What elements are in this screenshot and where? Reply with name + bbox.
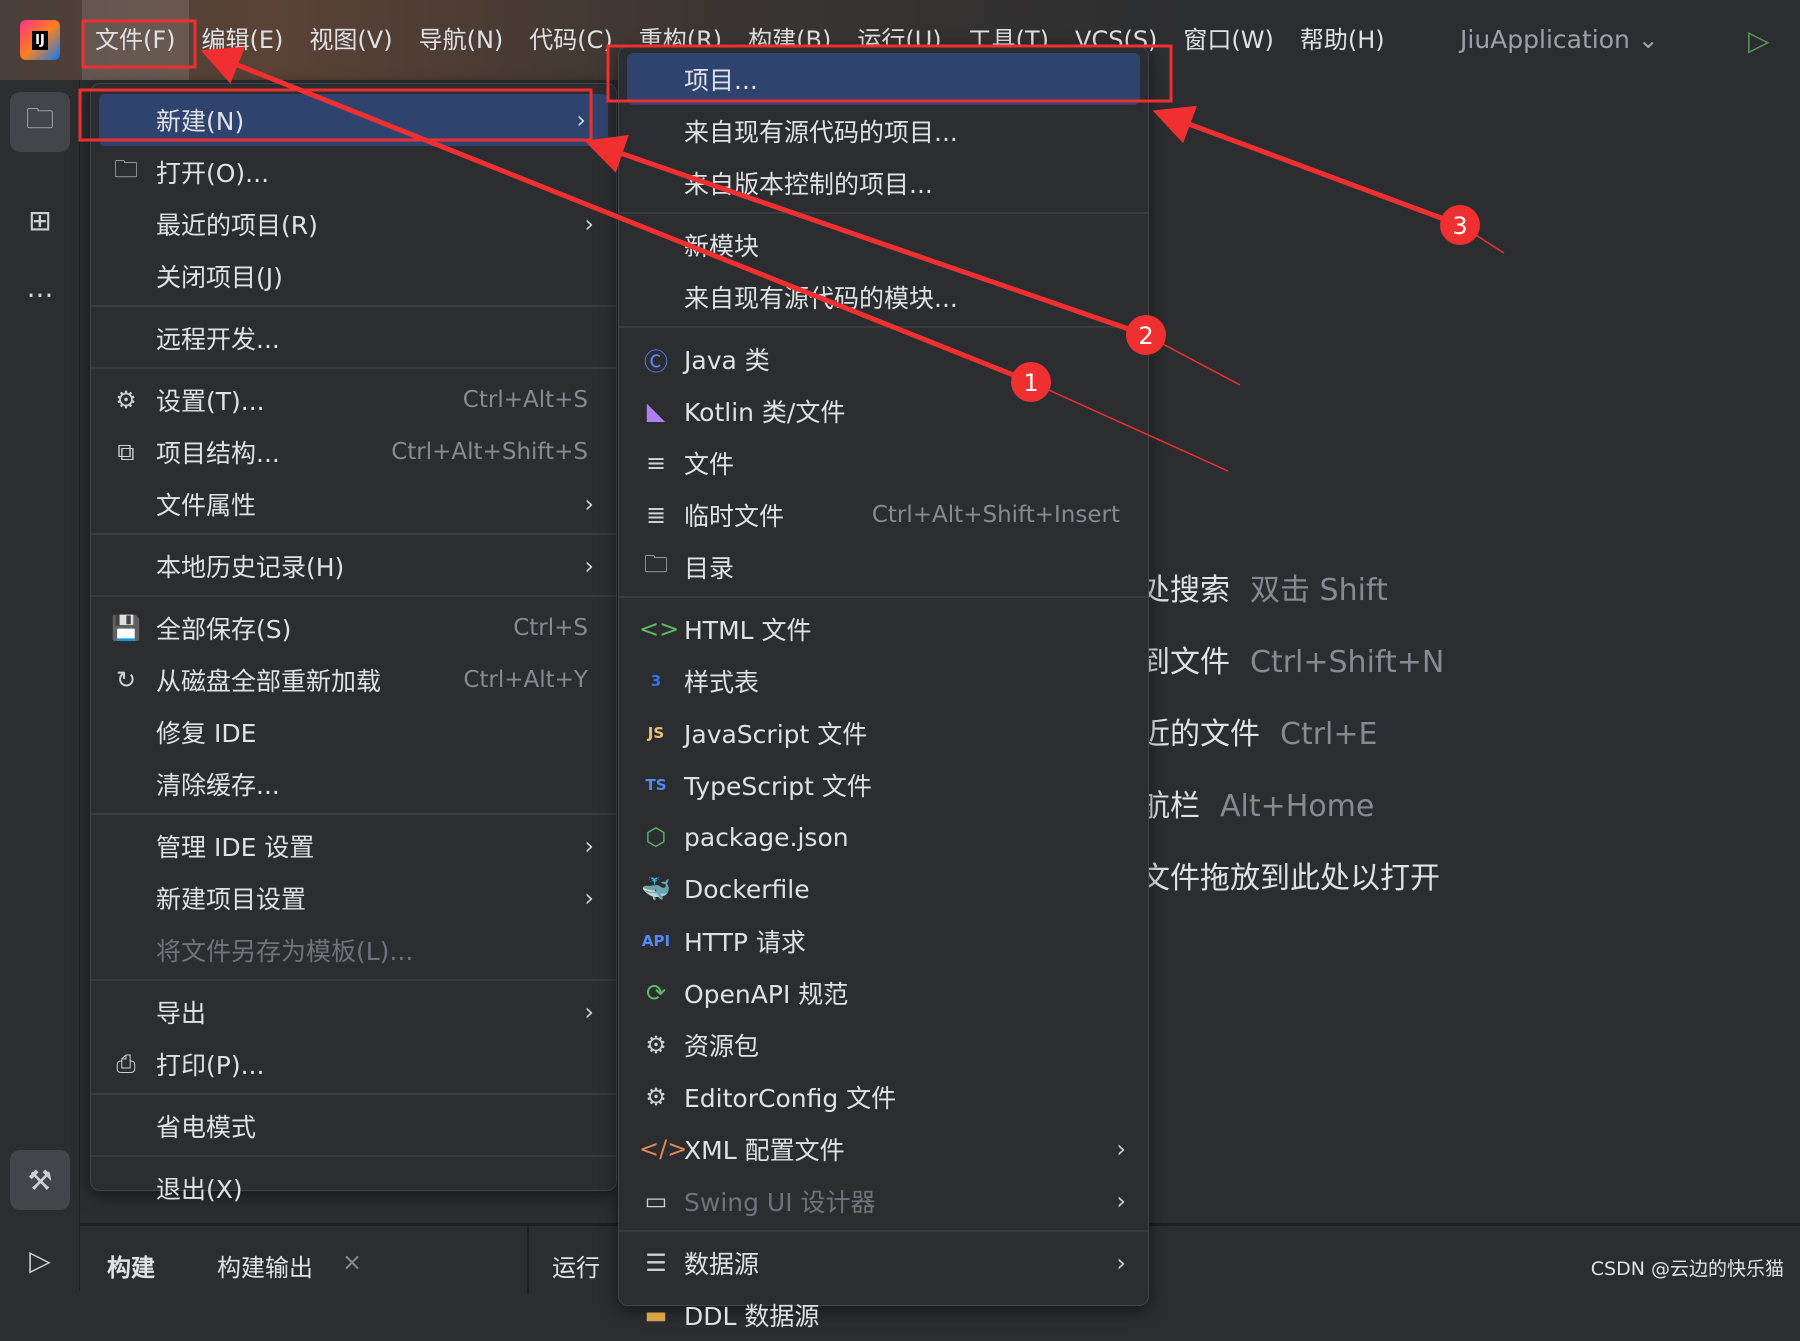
highlight-box-project — [606, 44, 1173, 103]
menu-item-label: DDL 数据源 — [684, 1302, 820, 1331]
highlight-box-new — [78, 88, 593, 142]
marker-2: 2 — [1126, 315, 1166, 355]
annotation-overlay: 1 2 3 — [78, 19, 1505, 472]
svg-text:3: 3 — [1452, 212, 1467, 240]
menu-item[interactable]: ▬ DDL 数据源 — [619, 1289, 1148, 1341]
ddl-icon: ▬ — [644, 1301, 668, 1329]
svg-text:2: 2 — [1138, 322, 1153, 350]
marker-3: 3 — [1440, 205, 1480, 245]
arrow-1-tail — [1030, 381, 1229, 472]
arrow-3 — [1152, 105, 1461, 228]
svg-text:1: 1 — [1023, 369, 1038, 397]
highlight-box-file — [81, 19, 197, 69]
marker-1: 1 — [1011, 362, 1051, 402]
arrow-1 — [200, 46, 1032, 385]
